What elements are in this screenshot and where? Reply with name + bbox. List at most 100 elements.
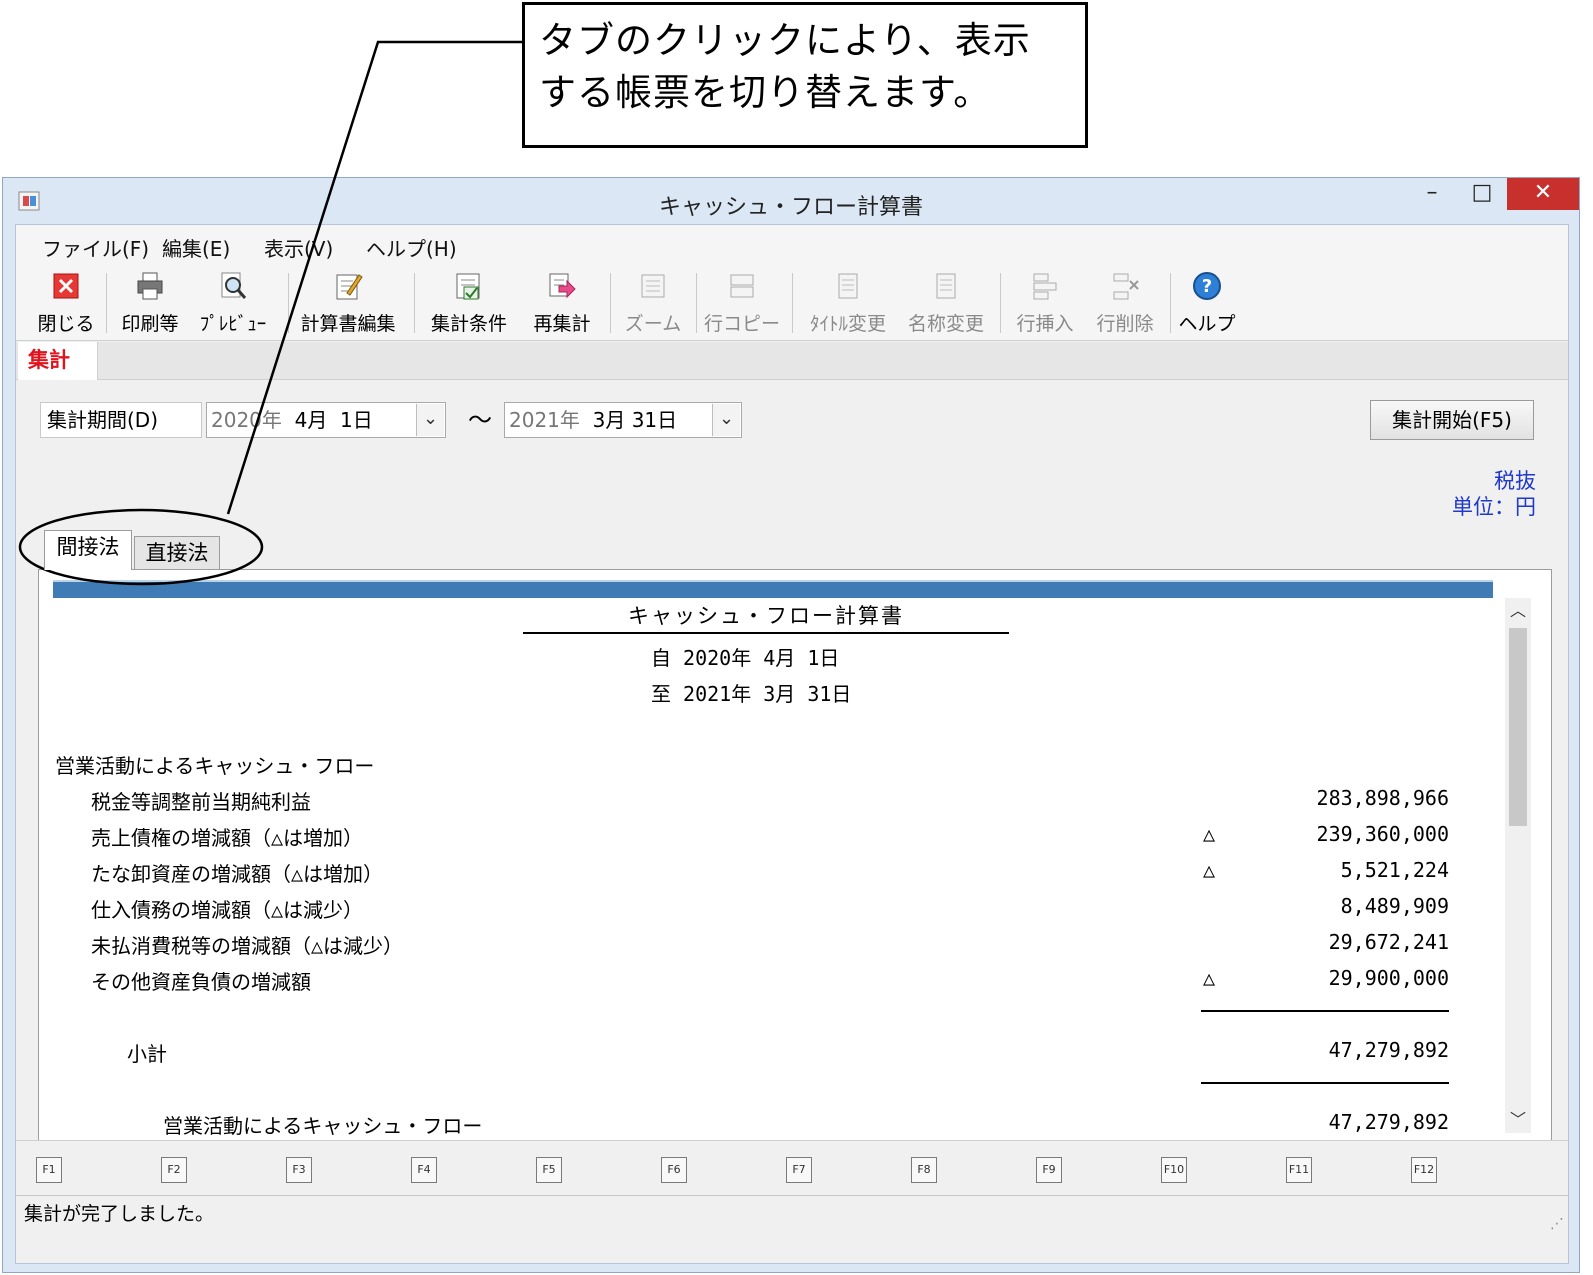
minimize-button[interactable]: – [1409,178,1455,210]
status-text: 集計が完了しました。 [24,1203,215,1225]
help-icon: ? [1193,272,1221,300]
zoom-label: ズーム [624,313,682,335]
resize-grip-icon[interactable]: ⋰ [1550,1206,1564,1242]
title-change-button[interactable]: ﾀｲﾄﾙ変更 [802,269,894,337]
fkey-f11[interactable]: F11 [1286,1157,1312,1183]
checklist-icon [456,273,480,300]
period-label: 集計期間(D) [40,402,202,438]
negative-mark: △ [1203,822,1216,846]
toolbar-separator [610,273,611,333]
chevron-down-icon[interactable]: ⌄ [712,404,740,436]
fkey-f10[interactable]: F10 [1161,1157,1187,1183]
tax-mode-label: 税抜 [1494,469,1536,493]
start-aggregation-button[interactable]: 集計開始(F5) [1370,400,1534,440]
report-header-band [53,580,1493,598]
row-insert-icon [1033,273,1057,300]
fkey-f5[interactable]: F5 [536,1157,562,1183]
table-row: その他資産負債の増減額 △ 29,900,000 [53,966,1463,996]
row-amount: 5,521,224 [1340,858,1449,882]
scroll-down-icon[interactable]: ﹀ [1505,1107,1531,1133]
toolbar-separator [1000,273,1001,333]
report-period-from: 自 2020年 4月 1日 [651,646,840,670]
row-insert-button[interactable]: 行挿入 [1010,269,1080,337]
row-delete-label: 行削除 [1096,313,1154,335]
menu-edit[interactable]: 編集(E) [162,233,230,262]
subtotal-amount: 47,279,892 [1328,1038,1449,1062]
fkey-f2[interactable]: F2 [161,1157,187,1183]
scroll-thumb[interactable] [1509,628,1527,826]
total-label: 営業活動によるキャッシュ・フロー [163,1114,483,1138]
chevron-down-icon[interactable]: ⌄ [416,404,444,436]
period-tilde: ～ [468,406,492,434]
report-period-to: 至 2021年 3月 31日 [651,682,852,706]
edit-statement-button[interactable]: 計算書編集 [296,269,400,337]
callout-box: タブのクリックにより、表示 する帳票を切り替えます。 [522,2,1088,148]
close-label: 閉じる [37,313,95,335]
title-change-label: ﾀｲﾄﾙ変更 [809,313,886,335]
fkey-f8[interactable]: F8 [911,1157,937,1183]
report-body[interactable]: キャッシュ・フロー計算書 自 2020年 4月 1日 至 2021年 3月 31… [53,598,1493,1143]
preview-button[interactable]: ﾌﾟﾚﾋﾞｭｰ [194,269,272,337]
print-button[interactable]: 印刷等 [114,269,186,337]
row-amount: 29,672,241 [1328,930,1449,954]
fkey-f9[interactable]: F9 [1036,1157,1062,1183]
row-delete-button[interactable]: 行削除 [1090,269,1160,337]
from-date-select[interactable]: 2020年 4月 1日 ⌄ [206,402,446,438]
window-title: キャッシュ・フロー計算書 [658,195,923,220]
table-row: 売上債権の増減額（△は増加） △ 239,360,000 [53,822,1463,852]
zoom-icon [641,274,665,298]
toolbar-separator [696,273,697,333]
toolbar-separator [414,273,415,333]
scroll-up-icon[interactable]: ︿ [1505,598,1531,624]
zoom-button[interactable]: ズーム [618,269,688,337]
status-bar: 集計が完了しました。 ⋰ [16,1195,1568,1233]
fkey-f1[interactable]: F1 [36,1157,62,1183]
toolbar-separator [1170,273,1171,333]
from-month-day: 4月 1日 [281,408,373,432]
subtotal-row: 小計 47,279,892 [53,1038,1463,1068]
menu-bar: ファイル(F) 編集(E) 表示(V) ヘルプ(H) [16,225,1568,265]
close-window-button[interactable]: ✕ [1507,178,1579,210]
report-title-underline [523,632,1009,634]
name-change-button[interactable]: 名称変更 [902,269,990,337]
total-rule [1201,1082,1449,1084]
conditions-button[interactable]: 集計条件 [424,269,514,337]
recalc-button[interactable]: 再集計 [526,269,598,337]
vertical-scrollbar[interactable]: ︿ ﹀ [1505,598,1531,1133]
fkey-f4[interactable]: F4 [411,1157,437,1183]
row-amount: 8,489,909 [1340,894,1449,918]
help-label: ヘルプ [1178,313,1236,335]
fkey-f7[interactable]: F7 [786,1157,812,1183]
summary-panel: 集計期間(D) 2020年 4月 1日 ⌄ ～ 2021年 3月 31日 ⌄ 集計開… [16,380,1568,1157]
name-change-label: 名称変更 [907,313,984,335]
table-row: 税金等調整前当期純利益 283,898,966 [53,786,1463,816]
fkey-f6[interactable]: F6 [661,1157,687,1183]
tab-direct-method[interactable]: 直接法 [134,536,220,570]
menu-help[interactable]: ヘルプ(H) [366,233,457,262]
row-label: 税金等調整前当期純利益 [91,790,311,814]
toolbar-separator [106,273,107,333]
toolbar: 閉じる 印刷等 ﾌﾟﾚﾋﾞｭｰ 計算書編集 集計条件 再集計 ズーム 行コピー … [16,265,1568,341]
menu-view[interactable]: 表示(V) [264,233,333,262]
close-button[interactable]: 閉じる [36,269,96,337]
maximize-button[interactable]: □ [1459,178,1505,210]
tab-shuukei[interactable]: 集計 [18,342,98,380]
row-label: その他資産負債の増減額 [91,970,311,994]
row-amount: 29,900,000 [1328,966,1449,990]
title-bar[interactable]: キャッシュ・フロー計算書 – □ ✕ [3,178,1579,224]
report-title: キャッシュ・フロー計算書 [628,604,904,628]
menu-file[interactable]: ファイル(F) [42,233,149,262]
close-icon [53,273,79,299]
unit-label: 単位：円 [1452,495,1536,519]
fkey-f3[interactable]: F3 [286,1157,312,1183]
tab-indirect-method[interactable]: 間接法 [44,530,132,570]
callout-line-1: タブのクリックにより、表示 [539,19,1031,62]
help-button[interactable]: ? ヘルプ [1176,269,1238,337]
row-label: たな卸資産の増減額（△は増加） [91,862,384,886]
row-copy-button[interactable]: 行コピー [704,269,780,337]
to-date-select[interactable]: 2021年 3月 31日 ⌄ [504,402,742,438]
name-change-icon [936,273,956,299]
row-delete-icon [1113,273,1139,300]
preview-label: ﾌﾟﾚﾋﾞｭｰ [199,313,267,335]
fkey-f12[interactable]: F12 [1411,1157,1437,1183]
